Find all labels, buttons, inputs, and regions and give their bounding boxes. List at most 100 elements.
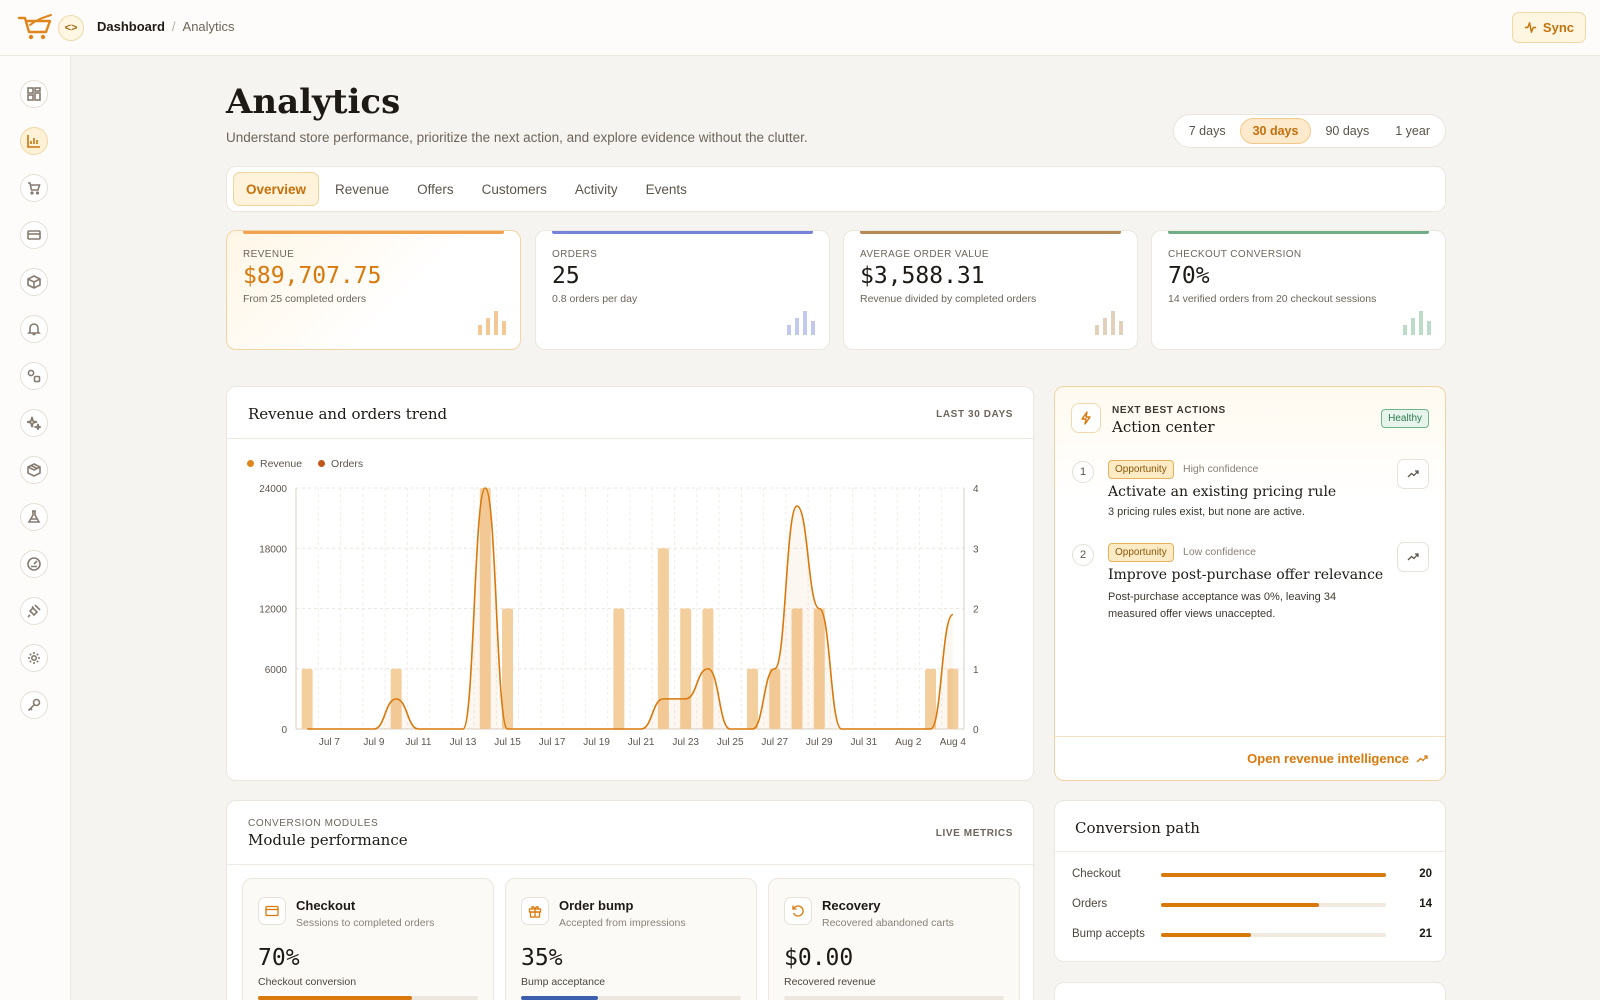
y-left-tick-label: 12000	[259, 605, 287, 616]
bolt-icon-box	[1071, 403, 1101, 433]
trend-title: Revenue and orders trend	[248, 405, 448, 423]
sidebar-item-notifications[interactable]	[20, 315, 48, 343]
module-icon-box	[258, 897, 286, 925]
sidebar-item-api-keys[interactable]	[20, 691, 48, 719]
sidebar	[0, 56, 71, 1000]
x-tick-label: Jul 25	[717, 737, 744, 748]
module-checkout[interactable]: Checkout Sessions to completed orders 70…	[242, 878, 494, 1000]
path-value: 20	[1419, 868, 1432, 880]
sidebar-item-experiments[interactable]	[20, 503, 48, 531]
module-progress-fill	[521, 996, 598, 1000]
path-label: Bump accepts	[1072, 928, 1145, 940]
mini-bars-icon	[1403, 311, 1431, 335]
module-icon-box	[521, 897, 549, 925]
y-left-tick-label: 0	[281, 725, 287, 736]
module-order-bump[interactable]: Order bump Accepted from impressions 35%…	[505, 878, 757, 1000]
kpi-checkout-conversion[interactable]: CHECKOUT CONVERSION 70% 14 verified orde…	[1151, 230, 1446, 350]
x-tick-label: Jul 31	[850, 737, 877, 748]
sidebar-item-analytics[interactable]	[20, 127, 48, 155]
path-row-checkout: Checkout 20	[1072, 865, 1432, 885]
y-left-tick-label: 18000	[259, 544, 287, 555]
sidebar-item-products[interactable]	[20, 268, 48, 296]
conversion-path-title: Conversion path	[1075, 819, 1200, 837]
card-icon	[265, 905, 279, 917]
sidebar-item-shapes[interactable]	[20, 362, 48, 390]
card-divider	[1055, 851, 1445, 852]
action-item-title[interactable]: Activate an existing pricing rule	[1108, 484, 1336, 500]
mini-bars-icon	[478, 311, 506, 335]
card-divider	[1055, 736, 1445, 737]
kpi-accent	[552, 231, 813, 234]
legend-orders[interactable]: Orders	[318, 458, 363, 470]
kpi-subtext: 14 verified orders from 20 checkout sess…	[1168, 293, 1377, 305]
action-item-description: 3 pricing rules exist, but none are acti…	[1108, 506, 1305, 518]
date-range-selector: 7 days 30 days 90 days 1 year	[1172, 114, 1446, 148]
y-right-tick-label: 1	[973, 665, 979, 676]
tab-revenue[interactable]: Revenue	[323, 172, 401, 206]
sidebar-item-integrations[interactable]	[20, 597, 48, 625]
path-value: 14	[1419, 898, 1432, 910]
opportunity-badge: Opportunity	[1108, 543, 1174, 562]
sidebar-item-settings[interactable]	[20, 644, 48, 672]
range-1-year[interactable]: 1 year	[1383, 118, 1442, 144]
x-tick-label: Jul 15	[494, 737, 521, 748]
sidebar-toggle-button[interactable]: <>	[58, 15, 84, 41]
action-item-description: Post-purchase acceptance was 0%, leaving…	[1108, 591, 1337, 620]
action-item-title[interactable]: Improve post-purchase offer relevance	[1108, 567, 1383, 583]
sidebar-item-performance[interactable]	[20, 550, 48, 578]
sidebar-item-orders[interactable]	[20, 174, 48, 202]
sync-button[interactable]: Sync	[1511, 12, 1586, 43]
kpi-label: CHECKOUT CONVERSION	[1168, 249, 1302, 260]
kpi-orders[interactable]: ORDERS 25 0.8 orders per day	[535, 230, 830, 350]
tab-activity[interactable]: Activity	[563, 172, 630, 206]
module-value: 35%	[521, 945, 563, 971]
path-label: Orders	[1072, 898, 1108, 910]
breadcrumb-dashboard-link[interactable]: Dashboard	[97, 19, 165, 34]
tab-offers[interactable]: Offers	[405, 172, 466, 206]
tab-events[interactable]: Events	[634, 172, 699, 206]
kpi-average-order-value[interactable]: AVERAGE ORDER VALUE $3,588.31 Revenue di…	[843, 230, 1138, 350]
range-7-days[interactable]: 7 days	[1177, 118, 1238, 144]
tab-customers[interactable]: Customers	[470, 172, 559, 206]
open-action-button[interactable]	[1397, 459, 1429, 489]
card-icon	[27, 230, 41, 240]
module-value: $0.00	[784, 945, 854, 971]
module-value: 70%	[258, 945, 300, 971]
revenue-bar	[613, 608, 625, 729]
sidebar-item-payments[interactable]	[20, 221, 48, 249]
module-title: Recovery	[822, 898, 881, 913]
kpi-accent	[1168, 231, 1429, 234]
logo-icon[interactable]	[16, 12, 54, 42]
bell-icon	[27, 323, 41, 336]
range-30-days[interactable]: 30 days	[1239, 118, 1312, 144]
sidebar-item-packages[interactable]	[20, 456, 48, 484]
page-subtitle: Understand store performance, prioritize…	[226, 130, 808, 145]
breadcrumb-current: Analytics	[182, 19, 235, 34]
revenue-bar	[925, 668, 937, 729]
module-recovery[interactable]: Recovery Recovered abandoned carts $0.00…	[768, 878, 1020, 1000]
action-eyebrow: NEXT BEST ACTIONS	[1112, 405, 1226, 416]
legend-revenue[interactable]: Revenue	[247, 458, 302, 470]
kpi-revenue[interactable]: REVENUE $89,707.75 From 25 completed ord…	[226, 230, 521, 350]
trend-up-icon	[1416, 754, 1428, 762]
kpi-value: 70%	[1168, 263, 1210, 289]
range-90-days[interactable]: 90 days	[1313, 118, 1381, 144]
trend-up-icon	[1407, 553, 1419, 561]
tab-overview[interactable]: Overview	[233, 172, 320, 206]
module-title: Order bump	[559, 898, 634, 913]
sidebar-item-dashboard[interactable]	[20, 80, 48, 108]
link-label: Open revenue intelligence	[1247, 751, 1409, 766]
path-progress-fill	[1161, 873, 1386, 877]
action-center-card: NEXT BEST ACTIONS Action center Healthy …	[1054, 386, 1446, 781]
module-subtitle: Recovered abandoned carts	[822, 917, 954, 929]
trend-chart: 0 6000 12000 18000 24000 0 1 2 3 4 Jul 7 Jul 9 Jul 1…	[259, 484, 979, 748]
kpi-value: 25	[552, 263, 580, 289]
sidebar-item-automations[interactable]	[20, 409, 48, 437]
path-progress-track	[1161, 933, 1386, 937]
open-action-button[interactable]	[1397, 542, 1429, 572]
open-revenue-intelligence-link[interactable]: Open revenue intelligence	[1247, 751, 1428, 766]
mini-bars-icon	[787, 311, 815, 335]
x-tick-label: Jul 27	[761, 737, 788, 748]
y-right-tick-label: 2	[973, 605, 979, 616]
revenue-bar	[301, 668, 313, 729]
